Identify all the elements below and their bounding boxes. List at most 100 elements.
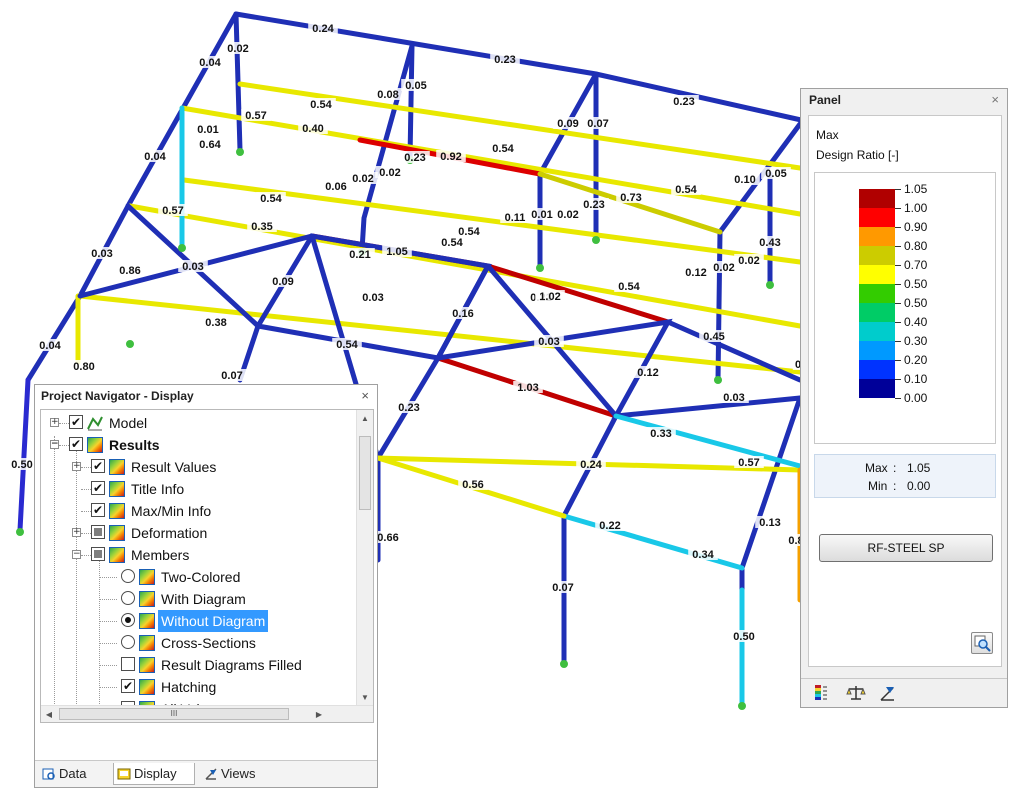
legend-row: 0.00 <box>859 391 979 417</box>
panel-titlebar[interactable]: Panel × <box>801 89 1007 111</box>
scroll-down-icon[interactable]: ▼ <box>357 689 373 706</box>
scrollbar-thumb[interactable] <box>359 436 371 510</box>
min-value: 0.00 <box>907 479 931 493</box>
legend-swatch <box>859 360 895 379</box>
member-design-ratio-label: 0.64 <box>199 139 221 151</box>
tree-item-members[interactable]: − Members <box>41 544 341 566</box>
panel-body: Max Design Ratio [-] 1.05 1.00 0.90 0.80 0.7… <box>808 115 1002 667</box>
member-design-ratio-label: 0.03 <box>538 336 559 348</box>
tree-item-results[interactable]: − ✔ Results <box>41 434 341 456</box>
tab-label: Display <box>134 766 177 781</box>
rf-steel-sp-button[interactable]: RF-STEEL SP <box>819 534 993 562</box>
views-tab-icon[interactable] <box>877 683 899 703</box>
legend-value: 0.70 <box>904 258 928 272</box>
checkbox[interactable] <box>121 657 135 671</box>
results-icon <box>87 437 103 453</box>
member-design-ratio-label: 0.22 <box>599 520 620 532</box>
tree-item-label: Deformation <box>131 525 208 541</box>
checkbox[interactable] <box>91 547 105 561</box>
scrollbar-thumb[interactable]: III <box>59 708 289 720</box>
member-design-ratio-label: 0.80 <box>73 361 94 373</box>
member-design-ratio-label: 0.02 <box>227 43 248 55</box>
tree-item-label: Cross-Sections <box>161 635 256 651</box>
collapse-icon[interactable]: − <box>72 550 81 559</box>
expand-icon[interactable]: + <box>72 528 81 537</box>
radio-button[interactable] <box>121 635 135 649</box>
member-design-ratio-label: 0.40 <box>302 123 323 135</box>
zoom-button[interactable] <box>971 632 993 654</box>
member-design-ratio-label: 0.34 <box>692 549 714 561</box>
checkbox[interactable]: ✔ <box>91 459 105 473</box>
min-label: Min <box>868 479 888 493</box>
tree-item-result-values[interactable]: + ✔ Result Values <box>41 456 341 478</box>
legend-tick <box>895 360 901 361</box>
collapse-icon[interactable]: − <box>50 440 59 449</box>
member-design-ratio-label: 0.12 <box>685 267 706 279</box>
expand-icon[interactable]: + <box>50 418 59 427</box>
close-icon[interactable]: × <box>361 385 369 407</box>
color-legend: 1.05 1.00 0.90 0.80 0.70 0.50 0.50 0.40 0.30 0.20… <box>814 172 996 444</box>
legend-tick <box>895 284 901 285</box>
legend-value: 0.80 <box>904 239 928 253</box>
member-design-ratio-label: 0.07 <box>587 118 608 130</box>
close-icon[interactable]: × <box>991 89 999 111</box>
views-icon <box>205 768 217 780</box>
balance-scale-tab-icon[interactable] <box>845 683 867 703</box>
with-diagram-icon <box>139 591 155 607</box>
radio-button[interactable] <box>121 591 135 605</box>
member-design-ratio-label: 0.50 <box>11 459 32 471</box>
support <box>16 528 24 536</box>
support <box>766 281 774 289</box>
member-design-ratio-label: 0.23 <box>398 402 419 414</box>
tree-item-result-diagrams-filled[interactable]: Result Diagrams Filled <box>41 654 341 676</box>
checkbox[interactable] <box>91 525 105 539</box>
tab-views[interactable]: Views <box>201 763 271 785</box>
tree-item-title-info[interactable]: ✔ Title Info <box>41 478 341 500</box>
expand-icon[interactable]: + <box>72 462 81 471</box>
checkbox[interactable]: ✔ <box>91 503 105 517</box>
member-design-ratio-label: 0.01 <box>531 209 552 221</box>
tree-item-with-diagram[interactable]: With Diagram <box>41 588 341 610</box>
member-design-ratio-label: 0.45 <box>703 331 724 343</box>
tree-item-label: Hatching <box>161 679 217 695</box>
support <box>536 264 544 272</box>
member-design-ratio-label: 0.04 <box>39 340 61 352</box>
checkbox[interactable]: ✔ <box>91 481 105 495</box>
vertical-scrollbar[interactable]: ▲ ▼ <box>356 410 373 706</box>
scroll-left-icon[interactable]: ◀ <box>41 706 57 722</box>
checkbox[interactable]: ✔ <box>69 415 83 429</box>
colon: : <box>893 479 897 493</box>
tree-item-without-diagram[interactable]: Without Diagram <box>41 610 341 632</box>
member-design-ratio-label: 0.13 <box>759 517 780 529</box>
navigator-titlebar[interactable]: Project Navigator - Display × <box>35 385 377 407</box>
checkbox[interactable]: ✔ <box>69 437 83 451</box>
tree-item-max-min-info[interactable]: ✔ Max/Min Info <box>41 500 341 522</box>
scroll-up-icon[interactable]: ▲ <box>357 410 373 427</box>
horizontal-scrollbar[interactable]: ◀ III ▶ <box>41 705 373 722</box>
tree-item-cross-sections[interactable]: Cross-Sections <box>41 632 341 654</box>
tree-item-model[interactable]: + ✔ Model <box>41 412 341 434</box>
tree-item-deformation[interactable]: + Deformation <box>41 522 341 544</box>
tree-item-two-colored[interactable]: Two-Colored <box>41 566 341 588</box>
radio-button-selected[interactable] <box>121 613 135 627</box>
member-design-ratio-label: 0.43 <box>759 237 780 249</box>
tab-display[interactable]: Display <box>113 763 195 785</box>
zoom-icon <box>974 635 991 652</box>
color-scale-tab-icon[interactable] <box>811 683 833 703</box>
checkbox[interactable]: ✔ <box>121 679 135 693</box>
tree-item-hatching[interactable]: ✔ Hatching <box>41 676 341 698</box>
member <box>407 43 415 161</box>
legend-swatch <box>859 208 895 227</box>
member-design-ratio-label: 0.23 <box>583 199 604 211</box>
member-design-ratio-label: 0.54 <box>458 226 480 238</box>
scroll-right-icon[interactable]: ▶ <box>311 706 327 722</box>
tree-item-label: Two-Colored <box>161 569 241 585</box>
tree-item-label: With Diagram <box>161 591 246 607</box>
radio-button[interactable] <box>121 569 135 583</box>
member-design-ratio-label: 0.02 <box>352 173 373 185</box>
member <box>561 413 619 667</box>
panel-heading-max: Max <box>816 128 839 142</box>
tab-data[interactable]: Data <box>39 763 103 785</box>
member-design-ratio-label: 0.06 <box>325 181 346 193</box>
member-design-ratio-label: 0.12 <box>637 367 658 379</box>
